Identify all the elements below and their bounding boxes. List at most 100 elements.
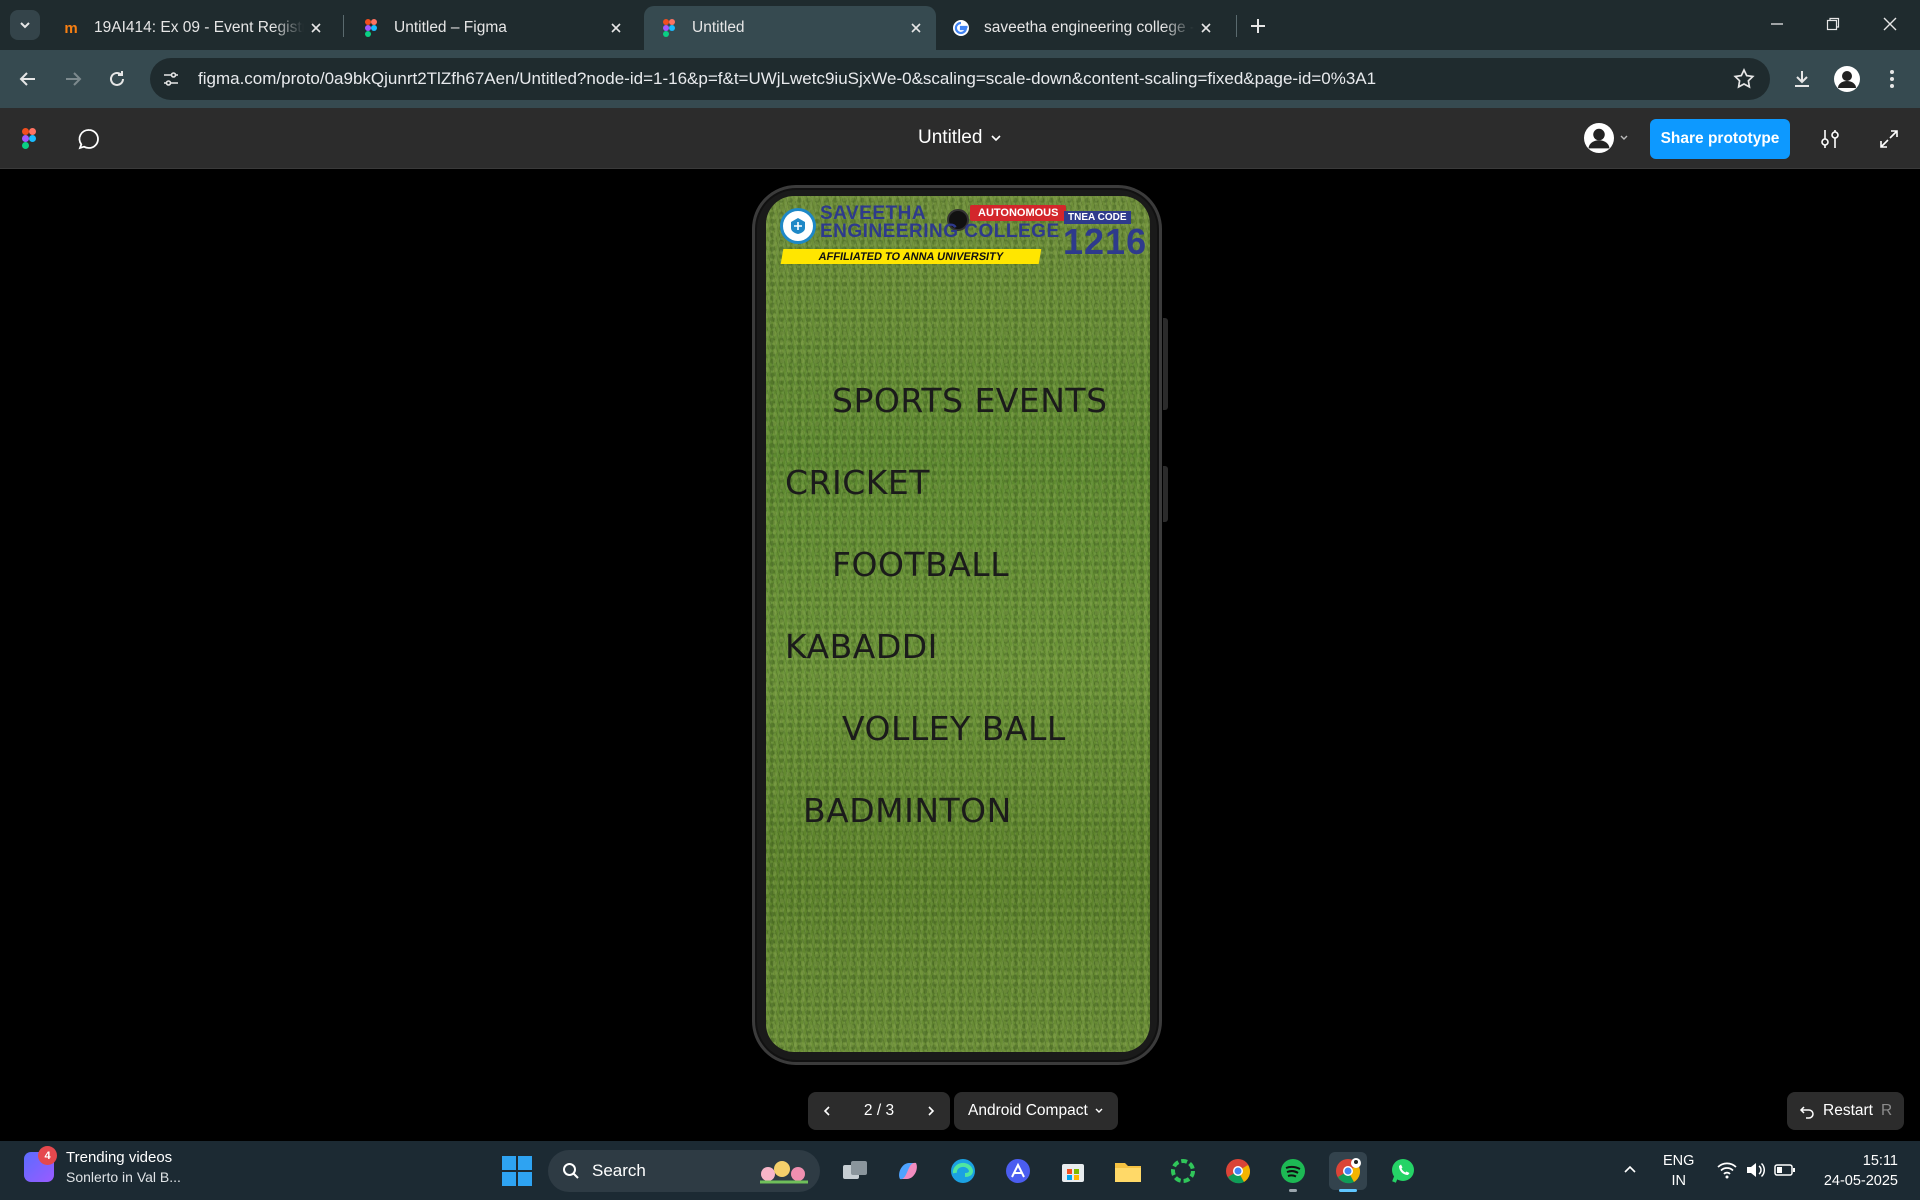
azure-app-icon[interactable] — [999, 1152, 1037, 1190]
browser-tab-moodle[interactable]: m 19AI414: Ex 09 - Event Registrat — [46, 6, 336, 50]
settings-sliders-icon[interactable] — [1818, 127, 1842, 156]
copilot-icon[interactable] — [889, 1152, 927, 1190]
browser-tab-figma[interactable]: Untitled – Figma — [346, 6, 636, 50]
event-link-football[interactable]: FOOTBALL — [832, 545, 1009, 584]
tab-title: 19AI414: Ex 09 - Event Registrat — [94, 19, 304, 36]
chrome-menu-button[interactable] — [1876, 63, 1908, 95]
event-link-volleyball[interactable]: VOLLEY BALL — [842, 709, 1066, 748]
close-window-button[interactable] — [1870, 8, 1910, 40]
prototype-page-nav: 2 / 3 — [808, 1092, 950, 1130]
active-indicator — [1339, 1189, 1357, 1192]
task-view-icon[interactable] — [836, 1152, 874, 1190]
language-line1: ENG — [1663, 1153, 1695, 1169]
minimize-icon — [1771, 23, 1783, 25]
device-selector[interactable]: Android Compact — [954, 1092, 1118, 1130]
bookmark-star-icon[interactable] — [1732, 67, 1756, 91]
download-icon — [1795, 71, 1809, 87]
language-indicator[interactable]: ENG IN — [1663, 1151, 1694, 1191]
file-title-dropdown[interactable]: Untitled — [918, 127, 1002, 149]
file-explorer-icon[interactable] — [1109, 1152, 1147, 1190]
widget-subtitle: Sonlerto in Val B... — [66, 1169, 181, 1185]
fullscreen-expand-icon[interactable] — [1878, 128, 1900, 155]
widget-title: Trending videos — [66, 1149, 173, 1166]
close-icon[interactable] — [1194, 16, 1218, 40]
figma-icon — [362, 19, 380, 37]
forward-button[interactable] — [57, 63, 89, 95]
tab-search-button[interactable] — [10, 10, 40, 40]
new-tab-button[interactable] — [1244, 12, 1272, 40]
windows-start-icon[interactable] — [502, 1156, 532, 1186]
profile-button[interactable] — [1831, 63, 1863, 95]
chevron-left-icon — [823, 1106, 830, 1116]
close-icon[interactable] — [904, 16, 928, 40]
college-logo-icon — [780, 208, 816, 244]
wifi-icon[interactable] — [1716, 1160, 1738, 1185]
chevron-right-icon — [928, 1106, 935, 1116]
device-name: Android Compact — [968, 1102, 1088, 1119]
tnea-code-value: 1216 — [1063, 221, 1148, 262]
browser-tab-google[interactable]: saveetha engineering college - — [936, 6, 1226, 50]
previous-frame-button[interactable] — [808, 1092, 846, 1130]
edge-icon[interactable] — [944, 1152, 982, 1190]
minimize-button[interactable] — [1757, 8, 1797, 40]
system-clock[interactable]: 15:11 24-05-2025 — [1812, 1151, 1898, 1191]
comment-icon[interactable] — [77, 127, 101, 156]
chrome-icon[interactable] — [1219, 1152, 1257, 1190]
tab-title: saveetha engineering college - — [984, 19, 1194, 36]
affiliated-ribbon: AFFILIATED TO ANNA UNIVERSITY — [780, 249, 1042, 264]
arrow-left-icon — [19, 72, 35, 86]
show-hidden-icons-chevron-up-icon[interactable] — [1622, 1161, 1638, 1182]
chevron-down-icon — [991, 135, 1001, 142]
downloads-button[interactable] — [1786, 63, 1818, 95]
chrome-profile-icon[interactable] — [1329, 1152, 1367, 1192]
site-info-icon[interactable] — [156, 64, 186, 94]
restart-button[interactable]: Restart R — [1787, 1092, 1905, 1130]
sports-events-heading: SPORTS EVENTS — [832, 381, 1108, 420]
widgets-icon: 4 — [24, 1146, 57, 1182]
browser-tab-strip: m 19AI414: Ex 09 - Event Registrat Untit… — [0, 0, 1920, 50]
event-link-badminton[interactable]: BADMINTON — [803, 791, 1012, 830]
ring-app-icon[interactable] — [1164, 1152, 1202, 1190]
tab-divider — [343, 15, 344, 37]
phone-side-button — [1163, 466, 1168, 522]
next-frame-button[interactable] — [912, 1092, 950, 1130]
restore-button[interactable] — [1813, 8, 1853, 40]
close-icon[interactable] — [604, 16, 628, 40]
figma-logo-icon[interactable] — [22, 128, 36, 154]
event-link-cricket[interactable]: CRICKET — [785, 463, 930, 502]
url-text[interactable]: figma.com/proto/0a9bkQjunrt2TlZfh67Aen/U… — [198, 69, 1376, 89]
reload-button[interactable] — [101, 63, 133, 95]
browser-toolbar: figma.com/proto/0a9bkQjunrt2TlZfh67Aen/U… — [0, 50, 1920, 108]
language-line2: IN — [1671, 1173, 1686, 1189]
address-bar[interactable]: figma.com/proto/0a9bkQjunrt2TlZfh67Aen/U… — [150, 58, 1770, 100]
chevron-down-icon — [1095, 1108, 1103, 1113]
whatsapp-icon[interactable] — [1384, 1152, 1422, 1190]
battery-icon[interactable] — [1774, 1162, 1796, 1183]
windows-taskbar: 4 Trending videos Sonlerto in Val B... S… — [0, 1141, 1920, 1200]
taskbar-search[interactable]: Search — [548, 1150, 820, 1192]
clock-date: 24-05-2025 — [1823, 1173, 1898, 1189]
close-icon[interactable] — [304, 16, 328, 40]
event-link-kabaddi[interactable]: KABADDI — [785, 627, 938, 666]
share-prototype-button[interactable]: Share prototype — [1650, 119, 1790, 159]
search-highlight-flowers-icon — [760, 1161, 808, 1184]
restart-label: Restart — [1823, 1102, 1873, 1119]
browser-tab-active[interactable]: Untitled — [644, 6, 936, 50]
widgets-button[interactable]: 4 Trending videos Sonlerto in Val B... — [24, 1146, 181, 1185]
spotify-icon[interactable] — [1274, 1152, 1312, 1192]
restart-icon — [1799, 1106, 1814, 1119]
notification-badge: 4 — [38, 1146, 57, 1165]
back-button[interactable] — [12, 63, 44, 95]
prototype-screen[interactable] — [766, 196, 1150, 1052]
phone-side-button — [1163, 318, 1168, 410]
search-label: Search — [592, 1161, 646, 1180]
user-avatar-menu[interactable] — [1584, 123, 1629, 153]
clock-time: 15:11 — [1862, 1153, 1898, 1169]
microsoft-store-icon[interactable] — [1054, 1152, 1092, 1190]
volume-icon[interactable] — [1745, 1160, 1767, 1185]
avatar-icon — [1834, 66, 1860, 92]
google-icon — [952, 19, 970, 37]
restore-icon — [1826, 17, 1840, 31]
moodle-icon: m — [64, 19, 78, 37]
reload-icon — [110, 71, 124, 86]
